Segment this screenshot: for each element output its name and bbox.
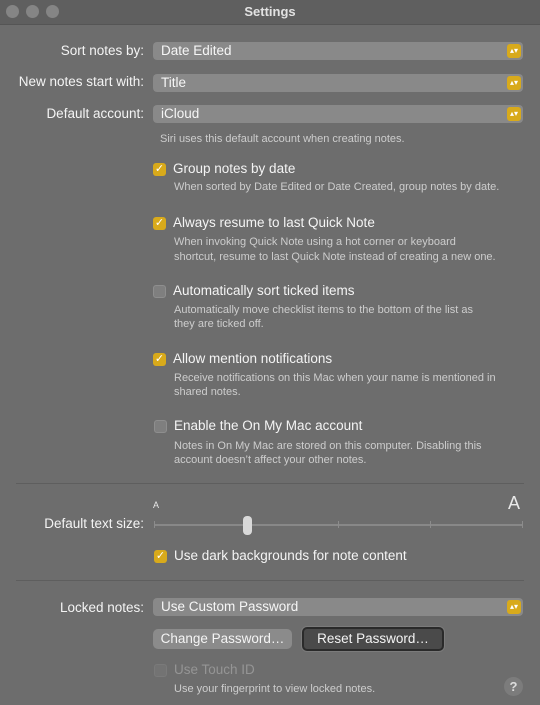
checkmark-icon: ✓ bbox=[154, 217, 165, 229]
touch-id-hint: Use your fingerprint to view locked note… bbox=[174, 683, 376, 695]
new-notes-select[interactable]: Title ▴▾ bbox=[153, 74, 523, 92]
sort-notes-label: Sort notes by: bbox=[60, 43, 144, 58]
dark-backgrounds-checkbox[interactable]: ✓ bbox=[154, 550, 167, 563]
locked-notes-select[interactable]: Use Custom Password ▴▾ bbox=[153, 598, 523, 616]
text-size-small-glyph: A bbox=[153, 500, 160, 510]
on-my-mac-checkbox[interactable] bbox=[154, 420, 167, 433]
slider-tick bbox=[338, 521, 339, 528]
locked-notes-value: Use Custom Password bbox=[161, 599, 299, 614]
checkmark-icon: ✓ bbox=[154, 353, 165, 365]
resume-quick-note-hint-line-1: When invoking Quick Note using a hot cor… bbox=[174, 236, 456, 248]
text-size-label: Default text size: bbox=[44, 516, 144, 531]
mention-notifications-label: Allow mention notifications bbox=[173, 351, 333, 366]
text-size-large-glyph: A bbox=[508, 493, 521, 513]
help-button[interactable]: ? bbox=[504, 677, 523, 696]
section-divider bbox=[16, 580, 524, 581]
chevron-up-down-icon: ▴▾ bbox=[507, 600, 521, 614]
mention-notifications-checkbox[interactable]: ✓ bbox=[153, 353, 166, 366]
touch-id-checkbox[interactable] bbox=[154, 664, 167, 677]
touch-id-label: Use Touch ID bbox=[174, 662, 255, 677]
text-size-slider-thumb[interactable] bbox=[243, 516, 252, 535]
title-bar: Settings bbox=[0, 0, 540, 25]
group-by-date-label: Group notes by date bbox=[173, 161, 296, 176]
sort-notes-value: Date Edited bbox=[161, 43, 232, 58]
resume-quick-note-checkbox[interactable]: ✓ bbox=[153, 217, 166, 230]
auto-sort-ticked-label: Automatically sort ticked items bbox=[173, 283, 355, 298]
sort-notes-select[interactable]: Date Edited ▴▾ bbox=[153, 42, 523, 60]
dark-backgrounds-label: Use dark backgrounds for note content bbox=[174, 548, 407, 563]
window-title: Settings bbox=[244, 4, 296, 19]
slider-tick bbox=[522, 521, 523, 528]
on-my-mac-hint-line-2: account doesn’t affect your other notes. bbox=[174, 454, 367, 466]
new-notes-value: Title bbox=[161, 75, 187, 90]
default-account-hint: Siri uses this default account when crea… bbox=[160, 133, 405, 145]
chevron-up-down-icon: ▴▾ bbox=[507, 76, 521, 90]
on-my-mac-label: Enable the On My Mac account bbox=[174, 418, 363, 433]
section-divider bbox=[16, 483, 524, 484]
question-icon: ? bbox=[509, 679, 518, 694]
resume-quick-note-hint-line-2: shortcut, resume to last Quick Note inst… bbox=[174, 251, 496, 263]
checkmark-icon: ✓ bbox=[155, 550, 166, 562]
group-by-date-hint: When sorted by Date Edited or Date Creat… bbox=[174, 181, 500, 193]
default-account-value: iCloud bbox=[161, 106, 200, 121]
resume-quick-note-label: Always resume to last Quick Note bbox=[173, 215, 375, 230]
default-account-label: Default account: bbox=[46, 106, 144, 121]
locked-notes-label: Locked notes: bbox=[59, 600, 144, 615]
auto-sort-ticked-hint-line-2: they are ticked off. bbox=[174, 318, 264, 330]
change-password-button[interactable]: Change Password… bbox=[153, 629, 292, 649]
mention-notifications-hint-line-2: shared notes. bbox=[174, 386, 241, 398]
checkmark-icon: ✓ bbox=[154, 163, 165, 175]
default-account-select[interactable]: iCloud ▴▾ bbox=[153, 105, 523, 123]
slider-tick bbox=[154, 521, 155, 528]
chevron-up-down-icon: ▴▾ bbox=[507, 107, 521, 121]
slider-tick bbox=[430, 521, 431, 528]
auto-sort-ticked-checkbox[interactable] bbox=[153, 285, 166, 298]
reset-password-button[interactable]: Reset Password… bbox=[302, 627, 444, 651]
chevron-up-down-icon: ▴▾ bbox=[507, 44, 521, 58]
group-by-date-checkbox[interactable]: ✓ bbox=[153, 163, 166, 176]
new-notes-label: New notes start with: bbox=[18, 74, 144, 89]
